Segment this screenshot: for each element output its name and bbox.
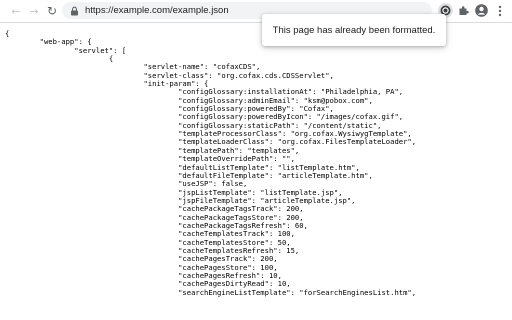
- popup-message: This page has already been formatted.: [272, 24, 436, 36]
- json-content: { "web-app": { "servlet": [ { "servlet-n…: [5, 30, 510, 320]
- url-text: https://example.com/example.json: [85, 5, 229, 16]
- forward-button[interactable]: →: [26, 2, 42, 20]
- extensions-button[interactable]: [456, 3, 471, 18]
- puzzle-piece-icon: [459, 6, 469, 15]
- reload-icon: ↻: [46, 4, 58, 18]
- formatter-popup: This page has already been formatted.: [262, 14, 446, 46]
- arrow-right-icon: →: [29, 4, 39, 18]
- lock-icon: [68, 4, 81, 17]
- browser-menu-button[interactable]: [492, 3, 507, 18]
- reload-button[interactable]: ↻: [44, 2, 60, 20]
- person-icon: [475, 4, 488, 17]
- arrow-left-icon: ←: [11, 4, 21, 18]
- json-line: "searchEngineListTemplate": "forSearchEn…: [5, 287, 417, 297]
- vertical-ellipsis-icon: [498, 5, 501, 16]
- back-button[interactable]: ←: [8, 2, 24, 20]
- profile-button[interactable]: [474, 3, 489, 18]
